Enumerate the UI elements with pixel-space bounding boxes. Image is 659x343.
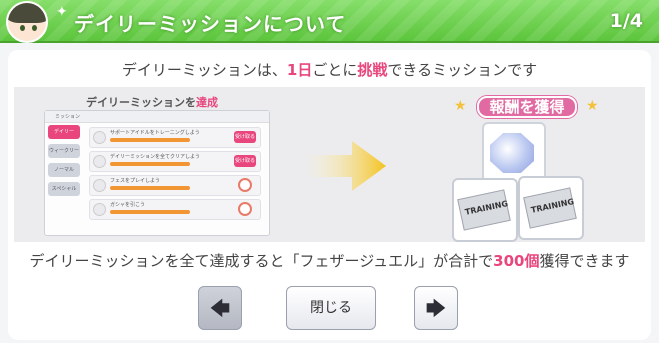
mini-tab-special: スペシャル [48, 182, 80, 196]
arrow-right-icon: 🡆 [425, 296, 447, 320]
mini-tab-daily: デイリー [48, 125, 80, 139]
mini-heading-prefix: デイリーミッションを [86, 96, 196, 109]
sparkle-icon: ✦ [56, 4, 68, 20]
arrow-left-icon: 🡄 [209, 296, 231, 320]
mission-icon [93, 179, 106, 192]
desc-top-highlight-day: 1日 [286, 61, 313, 79]
mini-title: ミッション [55, 114, 81, 120]
description-bottom: デイリーミッションを全て達成すると「フェザージュエル」が合計で300個獲得できま… [0, 250, 659, 271]
mini-tab-normal: ノーマル [48, 163, 80, 177]
mini-row-text: フェスをプレイしよう [110, 178, 161, 184]
next-page-button[interactable]: 🡆 [414, 286, 458, 330]
header-bar: ✦ デイリーミッションについて 1/4 [0, 0, 659, 43]
mini-tab-list: デイリー ウィークリー ノーマル スペシャル [48, 125, 80, 201]
mini-row-receive: 受け取る [234, 131, 256, 143]
training-ticket: TRAINING [452, 178, 518, 242]
mini-row-progress [110, 162, 190, 166]
mission-icon [93, 203, 106, 216]
desc-top-prefix: デイリーミッションは、 [121, 61, 287, 79]
mini-mission-row: フェスをプレイしよう [89, 175, 261, 196]
mini-row-text: ガシャを引こう [110, 202, 146, 208]
avatar-eye-left [20, 25, 25, 31]
description-top: デイリーミッションは、1日ごとに挑戦できるミッションです [0, 59, 659, 80]
mini-mission-row: ガシャを引こう [89, 199, 261, 220]
desc-top-highlight-challenge: 挑戦 [357, 61, 388, 79]
avatar [6, 1, 48, 43]
desc-bottom-prefix: デイリーミッションを全て達成すると「フェザージュエル」が合計で [29, 252, 494, 270]
mini-row-text: サポートアイドルをトレーニングしよう [110, 130, 200, 136]
desc-bottom-highlight: 300個 [493, 252, 540, 270]
arrow-right-icon [302, 141, 386, 191]
ticket-inner: TRAINING [523, 187, 577, 229]
mini-tab-weekly: ウィークリー [48, 144, 80, 158]
training-ticket: TRAINING [518, 176, 584, 240]
mission-screen-illustration: ミッション デイリー ウィークリー ノーマル スペシャル サポートアイドルをトレ… [44, 110, 270, 236]
mini-mission-row: サポートアイドルをトレーニングしよう 受け取る [89, 127, 261, 148]
page-title: デイリーミッションについて [74, 12, 347, 36]
completed-medal-icon [238, 178, 252, 192]
mission-icon [93, 131, 106, 144]
reward-label-text: 報酬を獲得 [477, 96, 577, 118]
mini-title-bar: ミッション [45, 111, 269, 123]
avatar-eye-right [32, 25, 37, 31]
ticket-label: TRAINING [464, 198, 509, 217]
mini-row-text: デイリーミッションを全てクリアしよう [110, 154, 201, 160]
desc-top-suffix: できるミッションです [387, 61, 538, 79]
reward-label: 報酬を獲得 [452, 96, 602, 118]
mission-icon [93, 155, 106, 168]
desc-bottom-suffix: 獲得できます [539, 252, 630, 270]
mini-row-progress [110, 186, 190, 190]
completed-medal-icon [238, 202, 252, 216]
ticket-inner: TRAINING [457, 189, 511, 231]
mini-row-progress [110, 138, 190, 142]
mini-heading-highlight: 達成 [196, 96, 218, 109]
mini-row-progress [110, 210, 190, 214]
close-button[interactable]: 閉じる [286, 286, 376, 330]
avatar-hair [8, 3, 46, 23]
desc-top-middle: ごとに [312, 61, 358, 79]
mini-mission-row: デイリーミッションを全てクリアしよう 受け取る [89, 151, 261, 172]
prev-page-button[interactable]: 🡄 [198, 286, 242, 330]
page-indicator: 1/4 [609, 10, 643, 32]
ticket-label: TRAINING [530, 196, 575, 215]
mini-row-receive: 受け取る [234, 155, 256, 167]
mini-heading: デイリーミッションを達成 [86, 94, 218, 110]
